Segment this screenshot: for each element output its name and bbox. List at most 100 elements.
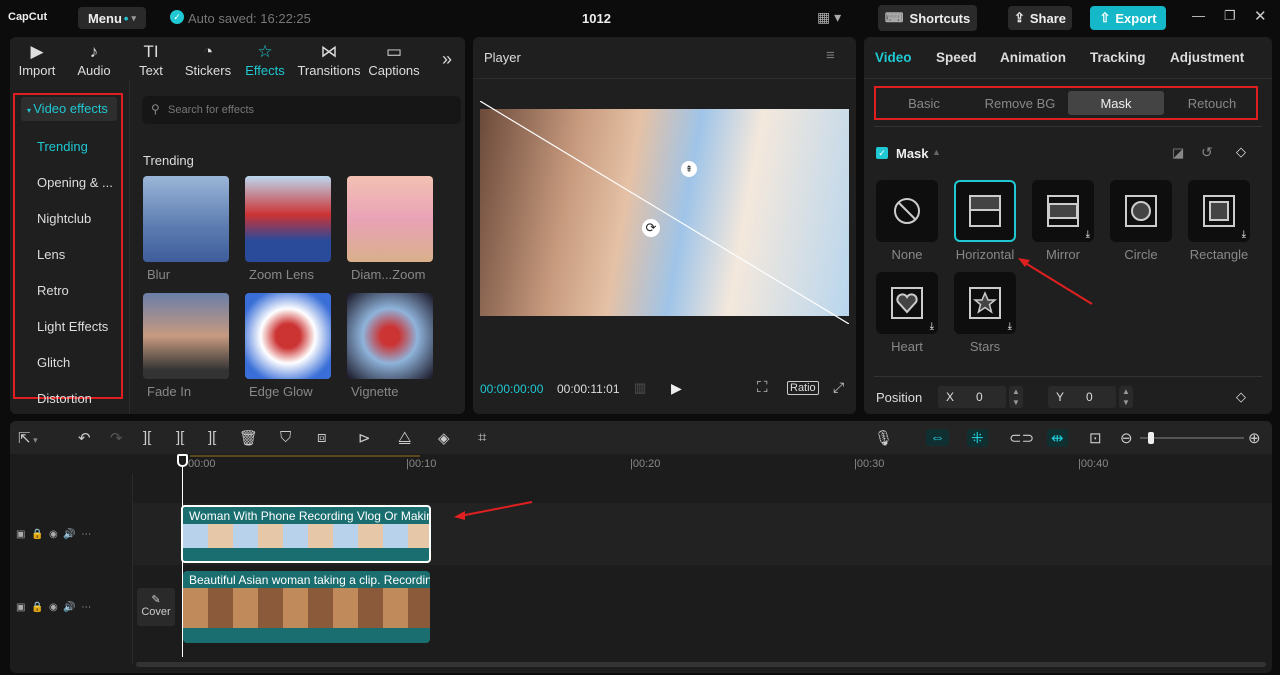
sidebar-item-glitch[interactable]: Glitch — [37, 355, 70, 370]
track-controls[interactable]: ▣ 🔒 ◉ 🔊 ⋯ — [16, 529, 91, 540]
fullscreen-fit-icon[interactable]: ⛶ — [757, 379, 768, 396]
share-button[interactable]: ⇪ Share — [1008, 6, 1072, 30]
video-preview[interactable]: ⟳ ⇞ — [480, 101, 849, 324]
position-x-input[interactable]: X0 — [938, 386, 1006, 408]
sidebar-item-light-effects[interactable]: Light Effects — [37, 319, 108, 334]
y-stepper[interactable]: ▲ ▼ — [1119, 386, 1133, 408]
expand-icon[interactable]: ⤢ — [833, 379, 844, 396]
fit-icon[interactable]: ⊡ — [1089, 429, 1102, 447]
redo-icon[interactable]: ↷ — [110, 429, 123, 447]
clip-main[interactable]: Beautiful Asian woman taking a clip. Rec… — [183, 571, 430, 643]
search-input[interactable]: ⚲ Search for effects — [142, 96, 461, 124]
clip-overlay[interactable]: Woman With Phone Recording Vlog Or Makin… — [181, 505, 431, 563]
mask-stars[interactable]: ⤓ — [954, 272, 1016, 334]
tab-animation[interactable]: Animation — [1000, 50, 1066, 65]
cover-button[interactable]: ✎ Cover — [137, 588, 175, 626]
keyframe-icon[interactable]: ◇ — [1236, 144, 1246, 160]
mask-label: Heart — [891, 339, 923, 354]
zoom-slider[interactable] — [1140, 432, 1244, 444]
tab-speed[interactable]: Speed — [936, 50, 977, 65]
crop-icon[interactable]: ⌗ — [478, 429, 486, 446]
zoom-out-icon[interactable]: ⊖ — [1120, 429, 1133, 447]
microphone-icon[interactable]: 🎙 — [874, 429, 893, 447]
sidebar-item-retro[interactable]: Retro — [37, 283, 69, 298]
tab-import[interactable]: ▶ Import — [10, 41, 67, 78]
undo-icon[interactable]: ↶ — [78, 429, 91, 447]
mask-circle[interactable] — [1110, 180, 1172, 242]
sidebar-item-lens[interactable]: Lens — [37, 247, 65, 262]
mask-heart[interactable]: ⤓ — [876, 272, 938, 334]
mask-horizontal[interactable] — [954, 180, 1016, 242]
position-y-input[interactable]: Y0 — [1048, 386, 1116, 408]
timeline-scrollbar[interactable] — [136, 662, 1266, 667]
sidebar-header-video-effects[interactable]: ▾ Video effects — [21, 97, 117, 121]
play-icon[interactable]: ▶ — [671, 380, 682, 397]
tab-video[interactable]: Video — [875, 50, 912, 65]
sidebar-item-trending[interactable]: Trending — [37, 139, 88, 154]
rotate-handle-icon[interactable]: ⟳ — [642, 219, 660, 237]
effect-thumb-zoom-lens[interactable] — [245, 176, 331, 262]
layout-icon[interactable]: ▦ ▾ — [817, 9, 841, 26]
mirror-tool-icon[interactable]: ⧋ — [398, 429, 411, 446]
delete-icon[interactable]: 🗑 — [239, 429, 258, 447]
close-icon[interactable]: ✕ — [1254, 7, 1267, 25]
tab-adjustment[interactable]: Adjustment — [1170, 50, 1244, 65]
collapse-icon[interactable]: ▲ — [932, 147, 941, 157]
rotate-tool-icon[interactable]: ◈ — [438, 429, 450, 447]
annotation-arrow — [454, 501, 533, 520]
sidebar-item-opening[interactable]: Opening & ... — [37, 175, 113, 190]
frames-icon[interactable]: ▥ — [634, 380, 646, 396]
menu-button[interactable]: Menu • ▾ — [78, 7, 146, 29]
sidebar-item-distortion[interactable]: Distortion — [37, 391, 92, 406]
tab-audio[interactable]: ♪ Audio — [64, 41, 124, 78]
effect-thumb-blur[interactable] — [143, 176, 229, 262]
more-tabs-icon[interactable]: » — [442, 49, 452, 70]
sidebar-item-nightclub[interactable]: Nightclub — [37, 211, 91, 226]
main-track-magnet-icon[interactable]: ⇔ — [926, 429, 949, 446]
playhead[interactable] — [177, 454, 188, 657]
maximize-icon[interactable]: ❐ — [1224, 8, 1236, 24]
tab-captions[interactable]: ▭ Captions — [364, 41, 424, 78]
tab-stickers[interactable]: ◔ Stickers — [178, 41, 238, 78]
reverse-icon[interactable]: ⊳ — [358, 429, 371, 447]
effect-thumb-vignette[interactable] — [347, 293, 433, 379]
feather-handle-icon[interactable]: ⇞ — [681, 161, 697, 177]
tab-text[interactable]: TI Text — [121, 41, 181, 78]
ratio-button[interactable]: Ratio — [787, 381, 819, 395]
tab-tracking[interactable]: Tracking — [1090, 50, 1146, 65]
freeze-icon[interactable]: ⧈ — [317, 429, 327, 446]
marker-icon[interactable]: ⛉ — [280, 429, 291, 446]
minimize-icon[interactable]: — — [1192, 8, 1205, 23]
reset-icon[interactable]: ↺ — [1201, 144, 1213, 161]
tab-transitions[interactable]: ⋈ Transitions — [294, 41, 364, 78]
position-keyframe-icon[interactable]: ◇ — [1236, 389, 1246, 405]
mask-none[interactable] — [876, 180, 938, 242]
zoom-slider-handle — [1148, 432, 1154, 444]
split-right-icon[interactable]: ][ — [208, 429, 216, 446]
menu-icon[interactable]: ≡ — [826, 47, 835, 64]
subtab-basic[interactable]: Basic — [876, 91, 972, 115]
time-tick: 00:00 — [188, 458, 216, 470]
x-stepper[interactable]: ▲ ▼ — [1009, 386, 1023, 408]
split-left-icon[interactable]: ][ — [176, 429, 184, 446]
invert-icon[interactable]: ◪ — [1172, 145, 1184, 161]
export-button[interactable]: ⇧ Export — [1090, 6, 1166, 30]
link-icon[interactable]: ⊂⊃ — [1009, 429, 1034, 447]
effect-thumb-diamond-zoom[interactable] — [347, 176, 433, 262]
effect-thumb-fade-in[interactable] — [143, 293, 229, 379]
mask-rectangle[interactable]: ⤓ — [1188, 180, 1250, 242]
mask-checkbox[interactable]: ✓ — [876, 147, 888, 159]
subtab-mask[interactable]: Mask — [1068, 91, 1164, 115]
shortcuts-button[interactable]: ⌨ Shortcuts — [878, 5, 977, 31]
track-controls[interactable]: ▣ 🔒 ◉ 🔊 ⋯ — [16, 602, 91, 613]
tab-effects[interactable]: ☆ Effects — [235, 41, 295, 78]
effect-thumb-edge-glow[interactable] — [245, 293, 331, 379]
zoom-in-icon[interactable]: ⊕ — [1248, 429, 1261, 447]
subtab-retouch[interactable]: Retouch — [1164, 91, 1260, 115]
preview-axis-icon[interactable]: ⇹ — [1047, 429, 1068, 447]
subtab-remove-bg[interactable]: Remove BG — [972, 91, 1068, 115]
auto-snap-icon[interactable]: ⁜ — [967, 429, 988, 447]
select-tool-icon[interactable]: ⇱ ▾ — [18, 429, 38, 447]
split-icon[interactable]: ][ — [143, 429, 151, 446]
mask-mirror[interactable]: ⤓ — [1032, 180, 1094, 242]
